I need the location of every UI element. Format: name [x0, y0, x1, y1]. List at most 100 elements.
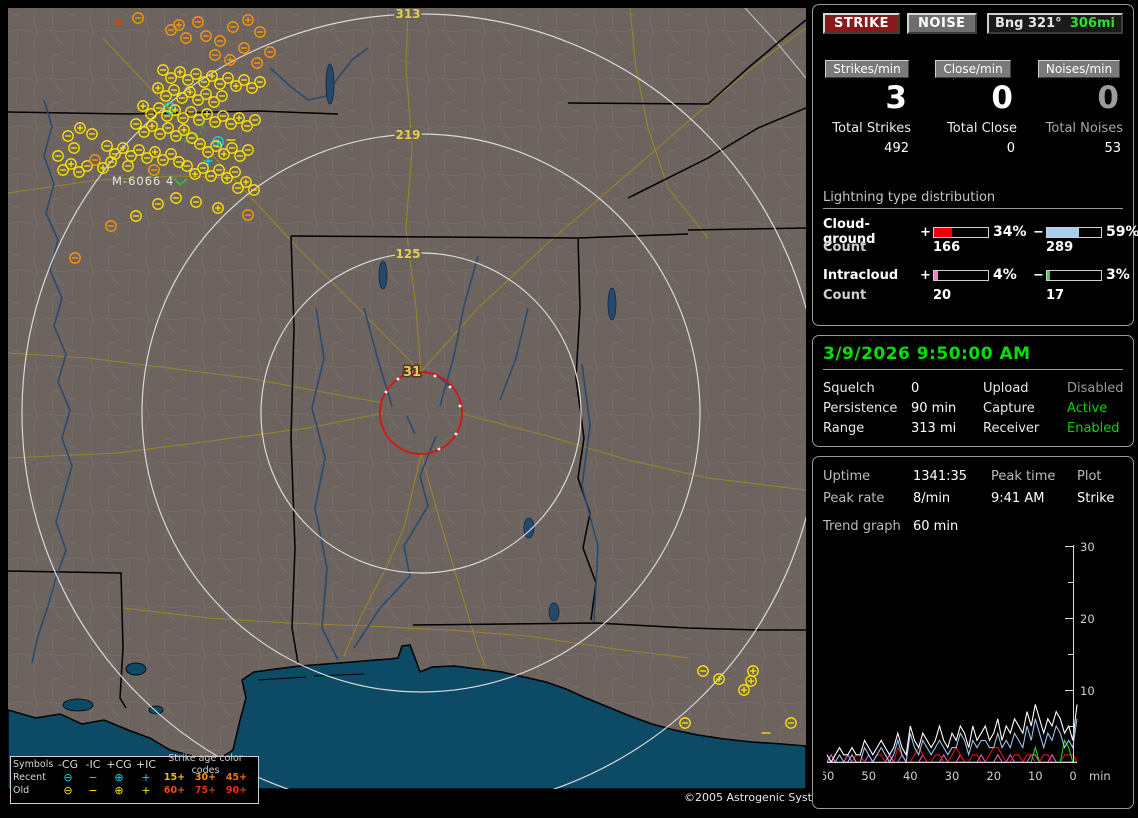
minus-sign: − [1033, 224, 1044, 240]
strikes-per-min-chip[interactable]: Strikes/min [825, 60, 909, 78]
noise-mode-button[interactable]: NOISE [907, 13, 977, 34]
legend-row-old: Old [13, 784, 30, 796]
close-per-min-chip[interactable]: Close/min [935, 60, 1011, 78]
noises-counter: Noises/min 0 Total Noises 53 [1035, 58, 1123, 156]
cg-minus-percent: 59% [1106, 224, 1138, 240]
range-value: 313 mi [911, 420, 957, 436]
trend-graph: 30 20 10 60 50 40 30 20 10 0 min [820, 540, 1111, 783]
recent-cg-minus-icon: ⊖ [63, 770, 73, 784]
plus-sign: + [920, 267, 931, 283]
peak-rate-label: Peak rate [823, 490, 885, 506]
peak-time-label: Peak time [991, 468, 1056, 484]
bearing-display: Bng 321° 306mi [987, 13, 1123, 34]
old-cg-minus-icon: ⊖ [63, 783, 73, 797]
total-close-value: 0 [1006, 141, 1015, 156]
trend-graph-label: Trend graph [823, 519, 901, 534]
x-tick-60: 60 [823, 769, 834, 783]
system-status-box: 3/9/2026 9:50:00 AM Squelch 0 Upload Dis… [812, 335, 1134, 447]
distribution-title: Lightning type distribution [823, 190, 1123, 209]
squelch-label: Squelch [823, 380, 875, 396]
cg-plus-percent: 34% [993, 224, 1027, 240]
noises-per-min-value: 0 [1097, 80, 1119, 116]
receiver-status: Enabled [1067, 420, 1120, 436]
x-tick-40: 40 [903, 769, 918, 783]
squelch-value: 0 [911, 380, 920, 396]
receiver-label: Receiver [983, 420, 1040, 436]
x-axis-unit: min [1089, 769, 1111, 783]
ic-plus-count: 20 [933, 287, 952, 303]
cg-minus-count: 289 [1046, 239, 1074, 255]
upload-status: Disabled [1067, 380, 1124, 396]
total-strikes-value: 492 [884, 141, 909, 156]
peak-time-value: 9:41 AM [991, 490, 1045, 506]
ring-label-313: 313 [395, 8, 420, 21]
strike-map[interactable]: 313 219 125 31 M-6066 4 [8, 8, 806, 789]
bearing-range: 306mi [1069, 16, 1115, 31]
close-per-min-value: 0 [991, 80, 1013, 116]
y-tick-20: 20 [1080, 612, 1095, 626]
total-noises-label: Total Noises [1045, 121, 1123, 136]
ic-minus-percent: 3% [1106, 267, 1130, 283]
upload-label: Upload [983, 380, 1029, 396]
symbol-legend: Symbols -CG -IC +CG +IC Strike age color… [10, 753, 259, 804]
ring-label-125: 125 [395, 247, 420, 261]
y-tick-30: 30 [1080, 540, 1095, 554]
close-counter: Close/min 0 Total Close 0 [929, 58, 1017, 156]
strikes-per-min-value: 3 [885, 80, 907, 116]
recent-cg-plus-icon: ⊕ [114, 770, 124, 784]
intracloud-count-row: Count 20 17 [823, 285, 1123, 305]
cg-plus-count: 166 [933, 239, 961, 255]
plot-label: Plot [1077, 468, 1102, 484]
uptime-label: Uptime [823, 468, 871, 484]
status-panel: STRIKE NOISE Bng 321° 306mi Strikes/min … [812, 4, 1138, 818]
old-ic-minus-icon: − [88, 783, 98, 797]
x-tick-50: 50 [861, 769, 876, 783]
counters-box: STRIKE NOISE Bng 321° 306mi Strikes/min … [812, 4, 1138, 326]
strikes-counter: Strikes/min 3 Total Strikes 492 [823, 58, 911, 156]
ic-minus-bar [1046, 269, 1102, 281]
intracloud-row: Intracloud + 4% − 3% [823, 267, 1130, 283]
cloud-ground-count-row: Count 166 289 [823, 237, 1123, 257]
cloud-ground-row: Cloud-ground + 34% − 59% [823, 217, 1138, 247]
old-cg-plus-icon: ⊕ [114, 783, 124, 797]
y-tick-10: 10 [1080, 684, 1095, 698]
strike-mode-button[interactable]: STRIKE [823, 13, 901, 34]
persistence-label: Persistence [823, 400, 898, 416]
uptime-value: 1341:35 [913, 468, 968, 484]
x-tick-30: 30 [945, 769, 960, 783]
persistence-value: 90 min [911, 400, 957, 416]
lightning-distribution: Lightning type distribution Cloud-ground… [823, 190, 1138, 305]
recent-ic-minus-icon: − [88, 770, 98, 784]
total-noises-value: 53 [1104, 141, 1121, 156]
plus-sign: + [920, 224, 931, 240]
ic-plus-percent: 4% [993, 267, 1017, 283]
capture-status: Active [1067, 400, 1108, 416]
recent-ic-plus-icon: + [141, 770, 151, 784]
nexstorm-window: { "window": { "copyright": "©2005 Astrog… [0, 0, 1138, 812]
old-ic-plus-icon: + [141, 783, 151, 797]
cg-plus-bar [933, 226, 989, 238]
total-strikes-label: Total Strikes [832, 121, 911, 136]
capture-label: Capture [983, 400, 1035, 416]
ring-label-219: 219 [395, 128, 420, 142]
ic-minus-count: 17 [1046, 287, 1065, 303]
peak-rate-value: 8/min [913, 490, 951, 506]
total-close-label: Total Close [947, 121, 1017, 136]
x-tick-20: 20 [986, 769, 1001, 783]
ring-label-31: 31 [403, 365, 421, 380]
legend-row-recent: Recent [13, 771, 46, 783]
plot-mode-value: Strike [1077, 490, 1115, 506]
trend-box: Uptime 1341:35 Peak time Plot Peak rate … [812, 456, 1134, 809]
bearing-value: Bng 321° [995, 16, 1062, 31]
legend-symbols-header: Symbols [13, 758, 54, 770]
cg-minus-bar [1046, 226, 1102, 238]
ic-plus-bar [933, 269, 989, 281]
range-label: Range [823, 420, 865, 436]
noises-per-min-chip[interactable]: Noises/min [1037, 60, 1121, 78]
x-tick-0: 0 [1069, 769, 1076, 783]
x-tick-10: 10 [1028, 769, 1043, 783]
current-datetime: 3/9/2026 9:50:00 AM [823, 344, 1123, 370]
trend-graph-value: 60 min [913, 519, 959, 534]
storm-cell-label: M-6066 4 [112, 174, 174, 188]
minus-sign: − [1033, 267, 1044, 283]
